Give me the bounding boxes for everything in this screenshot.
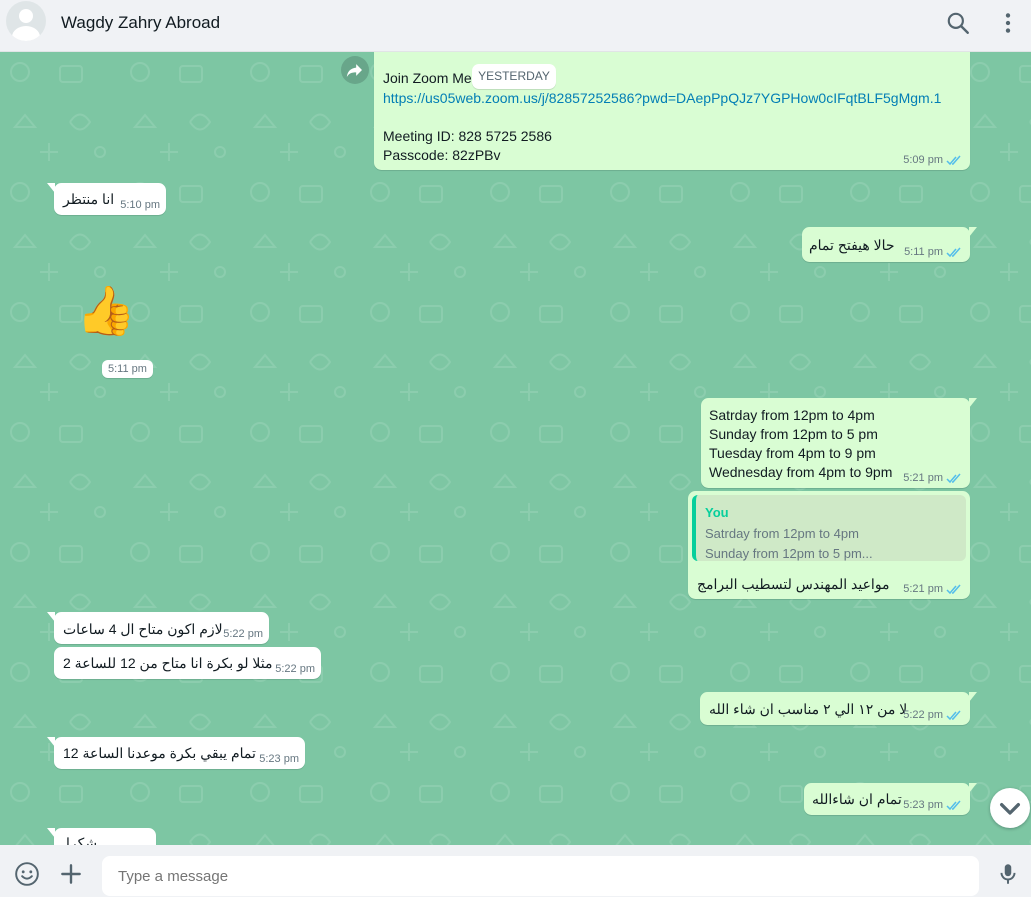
- schedule-line: Satrday from 12pm to 4pm: [709, 407, 875, 423]
- emoji-icon[interactable]: [14, 861, 40, 887]
- attach-icon[interactable]: [58, 861, 84, 887]
- zoom-passcode: Passcode: 82zPBv: [383, 147, 501, 163]
- schedule-line: Sunday from 12pm to 5 pm: [709, 426, 878, 442]
- message-text: شكرا: [66, 835, 98, 845]
- schedule-line: Tuesday from 4pm to 9 pm: [709, 445, 876, 461]
- message-outgoing[interactable]: لا من ١٢ الي ٢ مناسب ان شاء الله 5:22 pm: [700, 692, 977, 725]
- forward-icon[interactable]: [341, 56, 369, 84]
- contact-avatar[interactable]: [6, 1, 46, 41]
- message-time-wrap: 5:23 pm: [903, 799, 962, 811]
- read-ticks-icon: [946, 473, 961, 483]
- message-text: لا من ١٢ الي ٢ مناسب ان شاء الله: [709, 701, 908, 717]
- message-text: مثلا لو بكرة انا متاح من 12 للساعة 2: [63, 655, 273, 671]
- quote-line: Sunday from 12pm to 5 pm...: [705, 546, 873, 561]
- zoom-line1: Join Zoom Me: [383, 70, 472, 86]
- read-ticks-icon: [946, 584, 961, 594]
- message-outgoing[interactable]: تمام ان شاءالله 5:23 pm: [804, 783, 977, 815]
- thumbs-up-emoji[interactable]: 👍: [76, 282, 136, 339]
- quoted-message[interactable]: You Satrday from 12pm to 4pm Sunday from…: [692, 495, 966, 561]
- zoom-link[interactable]: https://us05web.zoom.us/j/82857252586?pw…: [383, 90, 941, 106]
- avatar-body: [12, 26, 40, 41]
- read-ticks-icon: [946, 247, 961, 257]
- message-time: 5:22 pm: [275, 663, 315, 675]
- message-text: لازم اكون متاح ال 4 ساعات: [63, 621, 223, 637]
- message-time: 5:10 pm: [120, 199, 160, 211]
- message-time-wrap: 5:21 pm: [903, 583, 962, 595]
- message-input[interactable]: [102, 856, 979, 896]
- message-time: 5:22 pm: [223, 628, 263, 640]
- quote-line: Satrday from 12pm to 4pm: [705, 526, 859, 541]
- message-incoming[interactable]: مثلا لو بكرة انا متاح من 12 للساعة 2 5:2…: [54, 647, 321, 679]
- message-incoming[interactable]: شكرا: [47, 828, 156, 845]
- message-text: مواعيد المهندس لتسطيب البرامج: [697, 576, 890, 592]
- chevron-down-icon: [1000, 803, 1020, 815]
- compose-bar: [0, 845, 1031, 897]
- message-text: تمام ان شاءالله: [812, 791, 902, 807]
- date-separator: YESTERDAY: [472, 64, 556, 89]
- zoom-meeting-id: Meeting ID: 828 5725 2586: [383, 128, 552, 144]
- scroll-to-bottom-button[interactable]: [990, 788, 1030, 828]
- message-time: 5:09 pm: [903, 154, 962, 166]
- message-incoming[interactable]: انا منتظر 5:10 pm: [47, 183, 166, 215]
- read-ticks-icon: [946, 155, 961, 165]
- read-ticks-icon: [946, 710, 961, 720]
- schedule-line: Wednesday from 4pm to 9pm: [709, 464, 893, 480]
- chat-area[interactable]: Join Zoom Me https://us05web.zoom.us/j/8…: [0, 52, 1031, 845]
- message-text: انا منتظر: [63, 191, 115, 207]
- contact-name[interactable]: Wagdy Zahry Abroad: [61, 13, 220, 33]
- message-incoming[interactable]: تمام يبقي بكرة موعدنا الساعة 12 5:23 pm: [47, 737, 305, 769]
- read-ticks-icon: [946, 800, 961, 810]
- avatar-head: [19, 9, 33, 23]
- chat-header: Wagdy Zahry Abroad: [0, 0, 1031, 52]
- message-outgoing[interactable]: حالا هيفتح تمام 5:11 pm: [802, 227, 977, 262]
- message-zoom-invite[interactable]: Join Zoom Me https://us05web.zoom.us/j/8…: [374, 52, 970, 170]
- quote-author: You: [705, 505, 729, 520]
- message-schedule[interactable]: Satrday from 12pm to 4pm Sunday from 12p…: [701, 398, 977, 488]
- message-time: 5:23 pm: [259, 753, 299, 765]
- message-text: حالا هيفتح تمام: [809, 237, 895, 253]
- message-time-wrap: 5:22 pm: [903, 709, 962, 721]
- message-time: 5:11 pm: [102, 360, 153, 378]
- message-text: تمام يبقي بكرة موعدنا الساعة 12: [63, 745, 256, 761]
- message-time-wrap: 5:21 pm: [903, 472, 962, 484]
- search-icon[interactable]: [945, 10, 971, 36]
- mic-icon[interactable]: [995, 861, 1021, 887]
- menu-icon[interactable]: [995, 10, 1021, 36]
- message-time-wrap: 5:11 pm: [904, 246, 962, 258]
- message-reply[interactable]: You Satrday from 12pm to 4pm Sunday from…: [688, 491, 970, 599]
- message-incoming[interactable]: لازم اكون متاح ال 4 ساعات 5:22 pm: [47, 612, 269, 644]
